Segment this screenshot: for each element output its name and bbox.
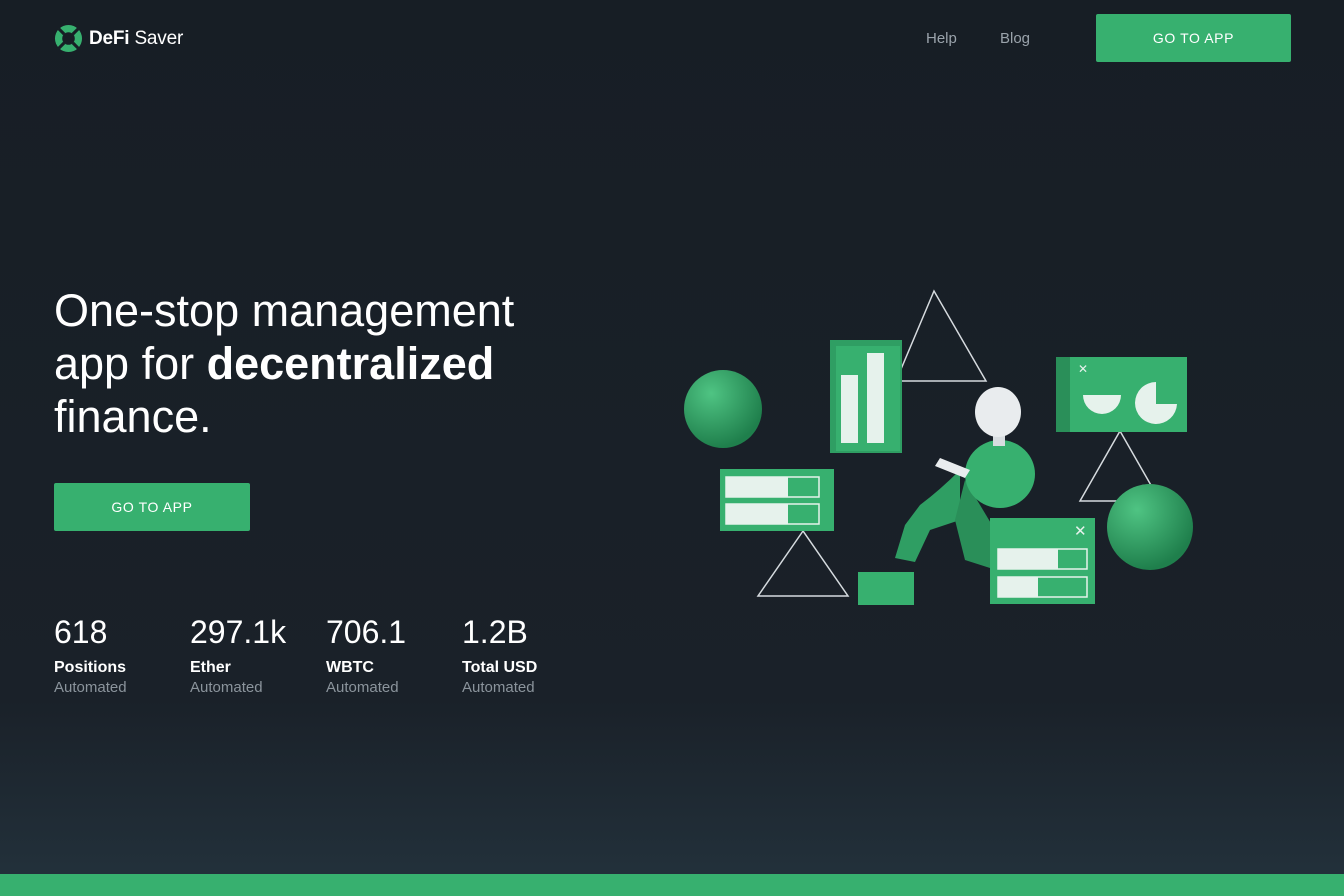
stats-row: 618 Positions Automated 297.1k Ether Aut… [54, 612, 598, 698]
progress-card-left [720, 469, 834, 531]
stat-ether: 297.1k Ether Automated [190, 612, 326, 698]
lifebuoy-logo-icon [54, 24, 83, 53]
stat-value: 618 [54, 614, 108, 650]
bottom-accent-bar [0, 874, 1344, 896]
stat-total-usd: 1.2B Total USD Automated [462, 612, 598, 698]
triangle-outline-top [894, 289, 988, 382]
stat-positions: 618 Positions Automated [54, 612, 190, 698]
hero-headline: One-stop management app for decentralize… [54, 285, 515, 442]
triangle-outline-left [756, 529, 850, 597]
stat-value: 297.1k [190, 614, 287, 650]
stat-label: Positions [54, 659, 127, 676]
svg-text:✕: ✕ [1078, 362, 1088, 376]
stat-label: WBTC [326, 659, 374, 676]
svg-text:✕: ✕ [1074, 522, 1087, 540]
hero-go-to-app-button[interactable]: GO TO APP [54, 483, 250, 531]
brand-name: DeFi Saver [89, 27, 184, 49]
stat-sublabel: Automated [190, 679, 263, 696]
stat-sublabel: Automated [326, 679, 399, 696]
bar-chart-card [830, 340, 902, 453]
pie-chart-card: ✕ [1056, 357, 1187, 432]
nav-help-link[interactable]: Help [926, 30, 957, 47]
header-go-to-app-button[interactable]: GO TO APP [1096, 14, 1291, 62]
stat-value: 1.2B [462, 614, 528, 650]
stat-wbtc: 706.1 WBTC Automated [326, 612, 462, 698]
stat-label: Total USD [462, 659, 538, 676]
sphere-right [1107, 484, 1193, 570]
nav-blog-link[interactable]: Blog [1000, 30, 1030, 47]
stat-value: 706.1 [326, 614, 407, 650]
brand-logo[interactable]: DeFi Saver [54, 24, 183, 53]
stat-sublabel: Automated [54, 679, 127, 696]
hero-illustration: ✕ ✕ [684, 289, 1193, 605]
progress-card-right: ✕ [990, 518, 1095, 604]
sphere-left [684, 370, 762, 448]
stat-sublabel: Automated [462, 679, 535, 696]
stat-label: Ether [190, 659, 231, 676]
